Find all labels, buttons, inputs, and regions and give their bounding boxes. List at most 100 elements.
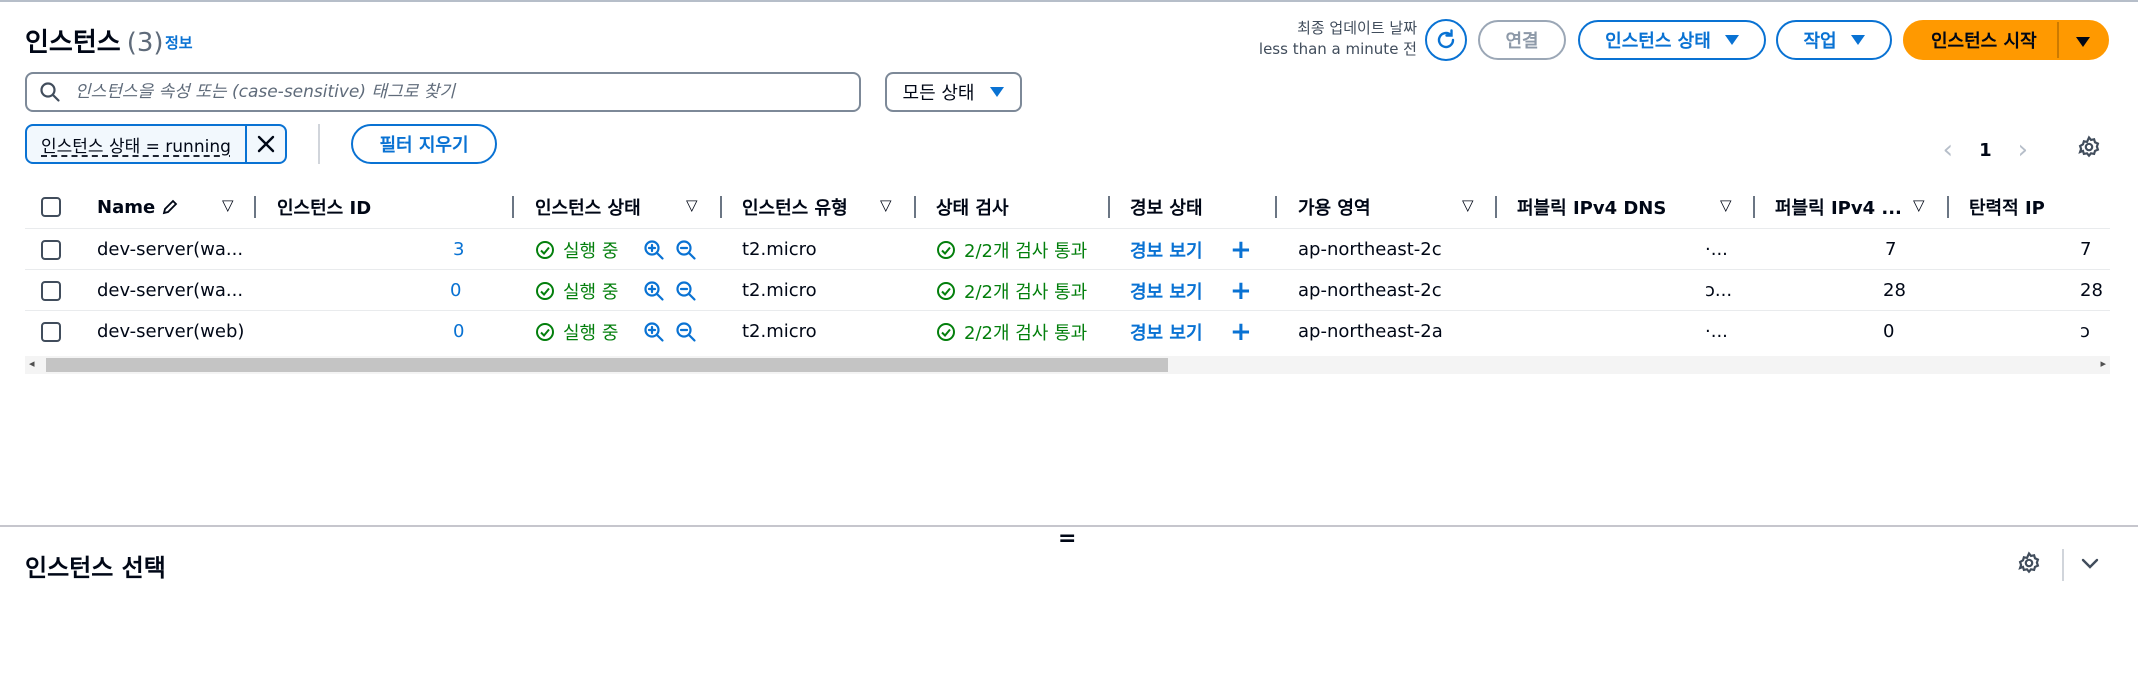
launch-dropdown-icon[interactable] (2076, 37, 2090, 47)
row-checkbox[interactable] (41, 239, 61, 260)
instance-id-link[interactable]: 3 (453, 229, 464, 270)
row-checkbox[interactable] (41, 280, 61, 301)
zoom-in-icon[interactable] (643, 311, 665, 352)
state-filter-value: 모든 상태 (902, 83, 975, 104)
col-separator[interactable] (1108, 196, 1110, 218)
view-alarms-link[interactable]: 경보 보기 (1130, 229, 1203, 270)
remove-filter-button[interactable] (247, 126, 285, 162)
state-filter-select[interactable]: 모든 상태 (885, 72, 1022, 112)
table-settings-button[interactable] (2077, 135, 2101, 164)
pencil-icon (162, 199, 178, 215)
zoom-in-icon[interactable] (643, 270, 665, 311)
page-title-text: 인스턴스 (25, 28, 121, 58)
scrollbar-thumb[interactable] (46, 358, 1168, 372)
select-all-checkbox[interactable] (41, 197, 61, 217)
sort-icon[interactable]: ▽ (686, 196, 698, 214)
availability-zone-cell: ap-northeast-2c (1298, 280, 1442, 301)
col-header-public-dns[interactable]: 퍼블릭 IPv4 DNS (1517, 188, 1666, 226)
col-header-availability-zone-label: 가용 영역 (1298, 198, 1371, 219)
bottom-panel-title: 인스턴스 선택 (25, 554, 166, 582)
table-row[interactable]: dev-server(wa... 3 실행 중 t2.micro 2/2개 검사… (25, 228, 2110, 269)
refresh-icon (1437, 29, 1455, 49)
col-header-elastic-ip[interactable]: 탄력적 IP (1969, 188, 2045, 226)
panel-header-divider (2062, 549, 2064, 581)
add-alarm-icon[interactable]: + (1230, 270, 1252, 311)
collapse-panel-button[interactable] (2078, 551, 2102, 580)
col-separator[interactable] (254, 196, 256, 218)
state-label: 실행 중 (563, 281, 619, 303)
panel-settings-button[interactable] (2017, 551, 2041, 580)
add-alarm-icon[interactable]: + (1230, 229, 1252, 270)
select-all-cell (41, 188, 61, 226)
chevron-right-icon[interactable]: › (2018, 135, 2028, 165)
availability-zone-cell: ap-northeast-2c (1298, 239, 1442, 260)
pagination: ‹ 1 › (1943, 135, 2028, 165)
actions-button-label: 작업 (1803, 31, 1837, 52)
availability-zone-cell: ap-northeast-2a (1298, 321, 1443, 342)
horizontal-scrollbar[interactable]: ◂ ▸ (25, 356, 2110, 374)
gear-icon (2078, 135, 2100, 158)
connect-button[interactable]: 연결 (1478, 20, 1566, 60)
sort-icon[interactable]: ▽ (880, 196, 892, 214)
col-separator[interactable] (1495, 196, 1497, 218)
view-alarms-link[interactable]: 경보 보기 (1130, 270, 1203, 311)
chevron-left-icon[interactable]: ‹ (1943, 135, 1953, 165)
table-header: Name ▽ 인스턴스 ID 인스턴스 상태 ▽ 인스턴스 유형 ▽ 상태 검사… (25, 188, 2110, 226)
col-separator[interactable] (1753, 196, 1755, 218)
check-circle-icon (937, 240, 955, 259)
view-alarms-link[interactable]: 경보 보기 (1130, 311, 1203, 352)
sort-icon[interactable]: ▽ (222, 196, 234, 214)
col-separator[interactable] (720, 196, 722, 218)
state-cell: 실행 중 (535, 311, 618, 352)
zoom-out-icon[interactable] (675, 270, 697, 311)
zoom-in-icon[interactable] (643, 229, 665, 270)
instance-id-link[interactable]: 0 (453, 311, 464, 352)
sort-icon[interactable]: ▽ (1462, 196, 1474, 214)
search-input[interactable] (75, 82, 835, 102)
last-updated-value: less than a minute 전 (1258, 40, 1417, 58)
current-page[interactable]: 1 (1979, 140, 1992, 161)
col-header-instance-type-label: 인스턴스 유형 (742, 198, 848, 219)
filter-token-label[interactable]: 인스턴스 상태 = running (27, 126, 247, 162)
col-separator[interactable] (1947, 196, 1949, 218)
zoom-out-icon[interactable] (675, 229, 697, 270)
status-check-cell: 2/2개 검사 통과 (936, 311, 1087, 352)
drag-handle-icon[interactable]: = (1058, 526, 1076, 551)
col-header-public-ipv4[interactable]: 퍼블릭 IPv4 ... (1775, 188, 1902, 226)
sort-icon[interactable]: ▽ (1720, 196, 1732, 214)
instance-state-button[interactable]: 인스턴스 상태 (1578, 20, 1766, 60)
state-label: 실행 중 (563, 322, 619, 344)
col-header-alarm-status[interactable]: 경보 상태 (1130, 188, 1203, 226)
top-border (0, 0, 2138, 4)
check-circle-icon (536, 281, 554, 300)
status-check-label: 2/2개 검사 통과 (964, 322, 1088, 344)
refresh-button[interactable] (1425, 19, 1467, 61)
col-header-instance-type[interactable]: 인스턴스 유형 (742, 188, 848, 226)
zoom-out-icon[interactable] (675, 311, 697, 352)
clear-filters-button[interactable]: 필터 지우기 (351, 124, 497, 164)
col-header-instance-id[interactable]: 인스턴스 ID (277, 188, 371, 226)
row-checkbox[interactable] (41, 321, 61, 342)
col-separator[interactable] (1275, 196, 1277, 218)
instance-id-link[interactable]: 0 (450, 270, 461, 311)
actions-button[interactable]: 작업 (1776, 20, 1892, 60)
table-row[interactable]: dev-server(web) 0 실행 중 t2.micro 2/2개 검사 … (25, 310, 2110, 351)
scroll-right-icon[interactable]: ▸ (2100, 357, 2106, 370)
table-row[interactable]: dev-server(wa... 0 실행 중 t2.micro 2/2개 검사… (25, 269, 2110, 310)
name-cell: dev-server(wa... (97, 280, 244, 301)
col-separator[interactable] (512, 196, 514, 218)
scroll-left-icon[interactable]: ◂ (29, 357, 35, 370)
col-header-alarm-status-label: 경보 상태 (1130, 198, 1203, 219)
col-header-status-check[interactable]: 상태 검사 (936, 188, 1009, 226)
col-separator[interactable] (914, 196, 916, 218)
info-link[interactable]: 정보 (165, 32, 193, 53)
filter-token: 인스턴스 상태 = running (25, 124, 287, 164)
add-alarm-icon[interactable]: + (1230, 311, 1252, 352)
col-header-name[interactable]: Name (97, 188, 179, 226)
launch-instance-button[interactable]: 인스턴스 시작 (1903, 20, 2109, 60)
col-header-availability-zone[interactable]: 가용 영역 (1298, 188, 1371, 226)
col-header-instance-state[interactable]: 인스턴스 상태 (535, 188, 641, 226)
public-ipv4-cell: 28 (1883, 280, 1906, 301)
sort-icon[interactable]: ▽ (1913, 196, 1925, 214)
page-title: 인스턴스 (3) (25, 22, 164, 59)
